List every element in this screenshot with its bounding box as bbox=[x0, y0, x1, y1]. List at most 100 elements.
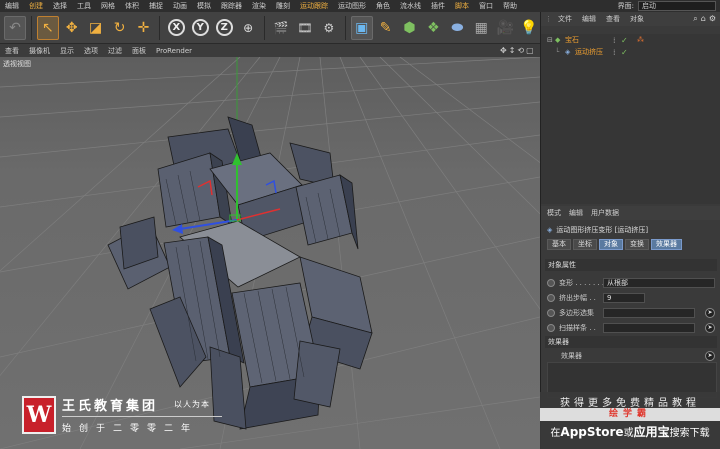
polygon-selection-field[interactable] bbox=[603, 308, 695, 318]
object-row-gem[interactable]: ⊟ ◆ 宝石 ⁞ ✓ ⁂ bbox=[541, 34, 720, 46]
viewport-menu-item[interactable]: 选项 bbox=[79, 46, 103, 56]
object-name[interactable]: 宝石 bbox=[565, 35, 579, 45]
camera-object-button[interactable]: 🎥 bbox=[494, 16, 516, 40]
attribute-menu-item[interactable]: 编辑 bbox=[569, 208, 583, 218]
perspective-viewport[interactable]: 透视视图 bbox=[0, 57, 540, 449]
scale-tool-button[interactable]: ◪ bbox=[85, 16, 107, 40]
viewport-menu-item[interactable]: ProRender bbox=[151, 47, 197, 55]
deformer-button[interactable]: ⬬ bbox=[446, 16, 468, 40]
tag-icon[interactable]: ⁂ bbox=[637, 36, 644, 44]
attribute-menu-item[interactable]: 模式 bbox=[547, 208, 561, 218]
prop-deformation[interactable]: 变形 . . . . . . . 从根部 bbox=[547, 277, 719, 289]
object-row-extrude[interactable]: └ ◈ 运动挤压 ⁞ ✓ bbox=[541, 46, 720, 58]
animate-radio[interactable] bbox=[547, 279, 555, 287]
object-manager-menu-item[interactable]: 编辑 bbox=[578, 14, 600, 24]
maximize-view-icon[interactable]: ▢ bbox=[526, 46, 534, 55]
render-settings-button[interactable]: ⚙ bbox=[318, 16, 340, 40]
rotate-view-icon[interactable]: ⟲ bbox=[517, 46, 524, 55]
prop-sweep-spline[interactable]: 扫描样条 . . ➤ bbox=[547, 322, 719, 334]
object-manager-menu-item[interactable]: 查看 bbox=[602, 14, 624, 24]
home-icon[interactable]: ⌂ bbox=[701, 14, 706, 24]
expand-icon[interactable]: ⊟ bbox=[547, 36, 553, 44]
filter-icon[interactable]: ⚙ bbox=[709, 14, 716, 24]
menu-item[interactable]: 工具 bbox=[72, 0, 96, 12]
animate-radio[interactable] bbox=[547, 294, 555, 302]
menu-item[interactable]: 渲染 bbox=[247, 0, 271, 12]
layout-dropdown[interactable]: 启动 bbox=[638, 1, 716, 11]
attribute-menu-item[interactable]: 用户数据 bbox=[591, 208, 619, 218]
object-manager-menu-item[interactable]: 文件 bbox=[554, 14, 576, 24]
attribute-tab[interactable]: 效果器 bbox=[651, 239, 682, 250]
viewport-menu-item[interactable]: 查看 bbox=[0, 46, 24, 56]
move-view-icon[interactable]: ✥ bbox=[500, 46, 507, 55]
attribute-tab[interactable]: 坐标 bbox=[573, 239, 597, 250]
section-object-properties[interactable]: 对象属性 bbox=[545, 259, 717, 271]
menu-item[interactable]: 插件 bbox=[426, 0, 450, 12]
coordinate-system-button[interactable]: ⊕ bbox=[237, 16, 259, 40]
undo-button[interactable]: ↶ bbox=[4, 15, 26, 40]
light-object-button[interactable]: 💡 bbox=[518, 16, 540, 40]
enabled-check-icon[interactable]: ✓ bbox=[621, 48, 628, 57]
link-arrow-icon[interactable]: ➤ bbox=[705, 308, 715, 318]
object-name[interactable]: 运动挤压 bbox=[575, 47, 603, 57]
enabled-check-icon[interactable]: ✓ bbox=[621, 36, 628, 45]
array-generator-button[interactable]: ❖ bbox=[423, 16, 445, 40]
subdivision-generator-button[interactable]: ⬢ bbox=[399, 16, 421, 40]
attribute-tab[interactable]: 基本 bbox=[547, 239, 571, 250]
sweep-spline-field[interactable] bbox=[603, 323, 695, 333]
object-manager-menu-item[interactable]: 对象 bbox=[626, 14, 648, 24]
menu-item[interactable]: 模拟 bbox=[192, 0, 216, 12]
attribute-tab[interactable]: 对象 bbox=[599, 239, 623, 250]
cube-object-button[interactable]: ▣ bbox=[350, 15, 373, 40]
link-arrow-icon[interactable]: ➤ bbox=[705, 351, 715, 361]
move-tool-button[interactable]: ✥ bbox=[61, 16, 83, 40]
recent-tool-button[interactable]: ✛ bbox=[133, 16, 155, 40]
object-manager-tools[interactable]: ⌕ ⌂ ⚙ bbox=[693, 14, 720, 24]
attribute-tab[interactable]: 变换 bbox=[625, 239, 649, 250]
render-view-button[interactable]: 🎬 bbox=[270, 16, 292, 40]
search-icon[interactable]: ⌕ bbox=[693, 14, 697, 24]
viewport-menu-item[interactable]: 显示 bbox=[55, 46, 79, 56]
menu-item[interactable]: 体积 bbox=[120, 0, 144, 12]
viewport-nav-icons[interactable]: ✥ ↕ ⟲ ▢ bbox=[500, 44, 534, 57]
y-axis-lock-button[interactable]: Y bbox=[189, 16, 211, 40]
prop-extrude-steps[interactable]: 挤出步幅 . . 9 bbox=[547, 292, 719, 304]
object-manager-tree[interactable]: ⊟ ◆ 宝石 ⁞ ✓ ⁂ └ ◈ 运动挤压 ⁞ ✓ bbox=[541, 34, 720, 204]
live-selection-button[interactable]: ↖ bbox=[36, 15, 59, 40]
menu-item[interactable]: 选择 bbox=[48, 0, 72, 12]
menu-item[interactable]: 脚本 bbox=[450, 0, 474, 12]
layout-selector[interactable]: 界面: 启动 bbox=[618, 1, 716, 11]
menu-item[interactable]: 网格 bbox=[96, 0, 120, 12]
animate-radio[interactable] bbox=[547, 309, 555, 317]
menu-item[interactable]: 流水线 bbox=[395, 0, 426, 12]
render-picture-viewer-button[interactable]: 🎞 bbox=[294, 16, 316, 40]
deformation-dropdown[interactable]: 从根部 bbox=[603, 278, 715, 288]
section-effectors[interactable]: 效果器 bbox=[545, 336, 717, 348]
menu-item[interactable]: 跟踪器 bbox=[216, 0, 247, 12]
extrude-steps-field[interactable]: 9 bbox=[603, 293, 645, 303]
link-arrow-icon[interactable]: ➤ bbox=[705, 323, 715, 333]
prop-effectors[interactable]: 效果器 ➤ bbox=[547, 350, 719, 362]
viewport-menu-item[interactable]: 面板 bbox=[127, 46, 151, 56]
pen-spline-button[interactable]: ✎ bbox=[375, 16, 397, 40]
menu-item[interactable]: 运动跟踪 bbox=[295, 0, 333, 12]
menu-item[interactable]: 雕刻 bbox=[271, 0, 295, 12]
menu-item[interactable]: 编辑 bbox=[0, 0, 24, 12]
rotate-tool-button[interactable]: ↻ bbox=[109, 16, 131, 40]
viewport-menu-item[interactable]: 过滤 bbox=[103, 46, 127, 56]
prop-polygon-selection[interactable]: 多边形选集 ➤ bbox=[547, 307, 719, 319]
zoom-view-icon[interactable]: ↕ bbox=[509, 46, 516, 55]
visibility-dots[interactable]: ⁞ bbox=[613, 48, 616, 57]
x-axis-lock-button[interactable]: X bbox=[165, 16, 187, 40]
animate-radio[interactable] bbox=[547, 324, 555, 332]
menu-item[interactable]: 动画 bbox=[168, 0, 192, 12]
menu-item[interactable]: 运动图形 bbox=[333, 0, 371, 12]
floor-object-button[interactable]: ▦ bbox=[470, 16, 492, 40]
viewport-menu-item[interactable]: 摄像机 bbox=[24, 46, 55, 56]
menu-item[interactable]: 角色 bbox=[371, 0, 395, 12]
menu-item[interactable]: 窗口 bbox=[474, 0, 498, 12]
visibility-dots[interactable]: ⁞ bbox=[613, 36, 616, 45]
menu-item[interactable]: 创建 bbox=[24, 0, 48, 12]
menu-item[interactable]: 捕捉 bbox=[144, 0, 168, 12]
menu-item[interactable]: 帮助 bbox=[498, 0, 522, 12]
